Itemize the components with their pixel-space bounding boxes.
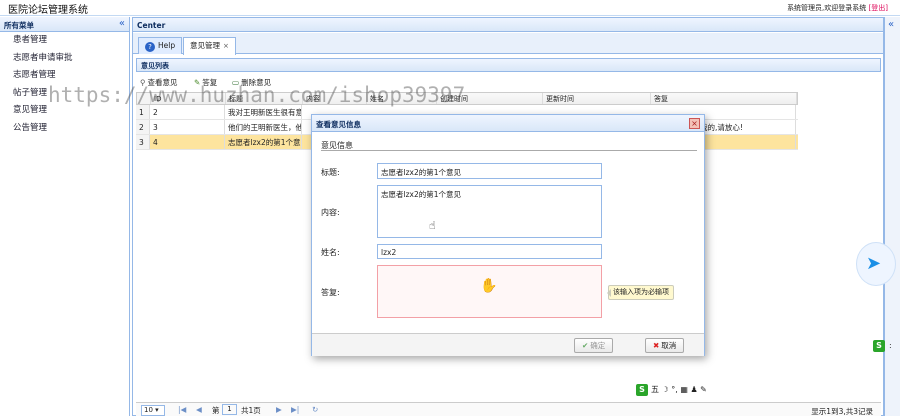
sidebar-item-volunteers[interactable]: 志愿者管理 [0, 67, 129, 85]
dialog-title: 查看意见信息 [316, 120, 361, 129]
cancel-button[interactable]: ✖ 取消 [645, 338, 685, 353]
search-icon: ⚲ [140, 78, 146, 87]
view-feedback-label: 查看意见 [147, 78, 178, 87]
list-header: 意见列表 [136, 58, 881, 72]
ime-toolbar[interactable]: S五 ☽ °, ▦ ♟ ✎ [636, 384, 746, 400]
delete-feedback-label: 删除意见 [241, 78, 272, 87]
grid-header-row: ID 标题 内容 姓名 创建时间 更新时间 答复 [136, 92, 798, 105]
column-header-updated[interactable]: 更新时间 [543, 93, 651, 104]
refresh-icon[interactable]: ↻ [312, 405, 318, 414]
page-size-select[interactable]: 10 ▾ [141, 405, 165, 416]
tab-feedback[interactable]: 意见管理 × [183, 37, 236, 55]
name-field[interactable]: lzx2 [377, 244, 602, 259]
list-title: 意见列表 [141, 62, 169, 70]
main-title: Center [137, 21, 166, 30]
prev-page-icon[interactable]: ◀ [196, 405, 202, 414]
page-number-input[interactable]: 1 [222, 404, 237, 415]
logout-link[interactable]: [登出] [869, 4, 888, 12]
cancel-icon: ✖ [653, 341, 660, 350]
reply-button[interactable]: ✎ 答复 [194, 77, 217, 88]
view-feedback-button[interactable]: ⚲ 查看意见 [140, 77, 178, 88]
cell-id: 2 [150, 105, 225, 119]
tab-feedback-label: 意见管理 [190, 41, 220, 50]
sidebar: 所有菜单 « 患者管理 志愿者申请审批 志愿者管理 帖子管理 意见管理 公告管理 [0, 17, 130, 416]
collapse-left-icon[interactable]: « [119, 18, 125, 29]
page-label: 第 [212, 406, 220, 415]
side-dots: : [889, 341, 892, 350]
dialog-footer: ✔ 确定 ✖ 取消 [312, 333, 704, 356]
reply-label: 答复 [202, 78, 218, 87]
cell-id: 4 [150, 135, 225, 149]
sidebar-item-feedback[interactable]: 意见管理 [0, 102, 129, 120]
column-header-reply[interactable]: 答复 [651, 93, 797, 104]
reply-label: 答复: [321, 288, 340, 297]
welcome-text: 系统管理员,欢迎登录系统 [787, 4, 867, 12]
page-total: 共1页 [241, 406, 261, 415]
ime-logo-icon: S [636, 384, 648, 396]
column-header-title[interactable]: 标题 [226, 93, 303, 104]
cell-title: 志愿者lzx2的第1个意见 [225, 135, 302, 149]
required-tooltip: 该输入项为必输项 [607, 285, 674, 300]
cell-title: 他们的王明新医生，他 [225, 120, 302, 134]
first-page-icon[interactable]: |◀ [178, 405, 186, 414]
bird-icon: ➤ [866, 253, 882, 274]
row-number: 2 [136, 120, 150, 134]
right-collapsed-panel[interactable]: « [884, 17, 900, 416]
section-divider [321, 150, 697, 151]
user-info: 系统管理员,欢迎登录系统 [登出] [787, 3, 888, 13]
tab-help-label: Help [158, 41, 176, 50]
tab-help[interactable]: ? Help [138, 37, 183, 54]
column-header-content[interactable]: 内容 [303, 93, 367, 104]
sidebar-header: 所有菜单 « [0, 17, 129, 32]
row-number: 3 [136, 135, 150, 149]
next-page-icon[interactable]: ▶ [276, 405, 282, 414]
cell-title: 我对王明新医生很有意见 [225, 105, 302, 119]
sidebar-item-patients[interactable]: 患者管理 [0, 32, 129, 50]
last-page-icon[interactable]: ▶| [291, 405, 299, 414]
close-tab-icon[interactable]: × [223, 42, 229, 50]
hand-watermark-icon: ✋ [480, 278, 498, 294]
ok-button[interactable]: ✔ 确定 [574, 338, 614, 353]
pager-info: 显示1到3,共3记录 [811, 407, 873, 416]
title-field[interactable]: 志愿者lzx2的第1个意见 [377, 163, 602, 179]
column-header-created[interactable]: 创建时间 [437, 93, 543, 104]
ok-label: 确定 [590, 341, 606, 350]
cell-id: 3 [150, 120, 225, 134]
ime-status: 五 ☽ °, ▦ ♟ ✎ [651, 385, 707, 394]
delete-icon: ▭ [232, 78, 240, 87]
expand-right-icon[interactable]: « [888, 19, 894, 30]
content-field[interactable]: 志愿者lzx2的第1个意见 [377, 185, 602, 238]
tab-bar: ? Help 意见管理 × [133, 33, 883, 55]
column-header-id[interactable]: ID [151, 93, 226, 104]
main-header: Center [133, 18, 883, 32]
cancel-label: 取消 [661, 341, 677, 350]
app-title: 医院论坛管理系统 [8, 5, 88, 16]
title-label: 标题: [321, 168, 340, 177]
sidebar-title: 所有菜单 [4, 21, 34, 30]
rownum-header [137, 93, 151, 104]
row-number: 1 [136, 105, 150, 119]
close-icon[interactable]: × [689, 118, 700, 129]
check-icon: ✔ [582, 341, 589, 350]
name-label: 姓名: [321, 248, 340, 257]
dialog-header: 查看意见信息 × [312, 115, 704, 132]
pencil-icon: ✎ [194, 78, 201, 87]
hand-cursor-icon: ☝ [429, 219, 436, 232]
content-label: 内容: [321, 208, 340, 217]
view-feedback-dialog: 查看意见信息 × 意见信息 标题: 志愿者lzx2的第1个意见 内容: 志愿者l… [311, 114, 705, 356]
sidebar-item-posts[interactable]: 帖子管理 [0, 85, 129, 103]
delete-feedback-button[interactable]: ▭ 删除意见 [232, 77, 271, 88]
ime-side-logo-icon[interactable]: S [873, 340, 885, 352]
help-icon: ? [145, 42, 155, 52]
sidebar-item-volunteer-approval[interactable]: 志愿者申请审批 [0, 50, 129, 68]
top-bar: 医院论坛管理系统 系统管理员,欢迎登录系统 [登出] [0, 0, 900, 16]
grid-toolbar: ⚲ 查看意见 ✎ 答复 ▭ 删除意见 [136, 75, 881, 89]
pagination-bar: 10 ▾ |◀ ◀ 第 1 共1页 ▶ ▶| ↻ 显示1到3,共3记录 [136, 402, 881, 416]
sidebar-item-announcements[interactable]: 公告管理 [0, 120, 129, 138]
column-header-name[interactable]: 姓名 [367, 93, 437, 104]
